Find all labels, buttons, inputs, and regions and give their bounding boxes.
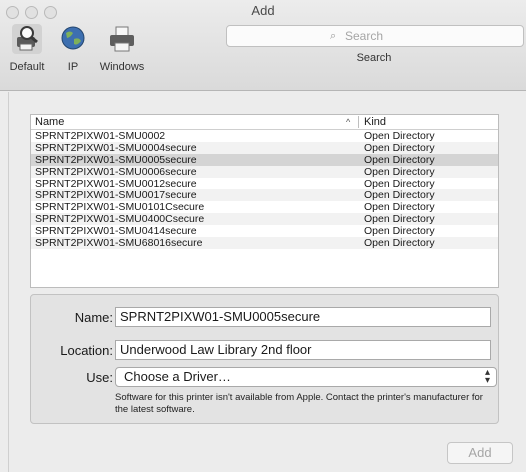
row-name: SPRNT2PIXW01-SMU0005secure bbox=[35, 153, 197, 166]
table-row[interactable]: SPRNT2PIXW01-SMU0101Csecure Open Director… bbox=[31, 201, 498, 213]
use-field-row: Use: Choose a Driver… ▴ ▾ bbox=[31, 367, 498, 387]
table-row[interactable]: SPRNT2PIXW01-SMU68016secure Open Director… bbox=[31, 237, 498, 249]
table-row[interactable]: SPRNT2PIXW01-SMU0002 Open Directory bbox=[31, 130, 498, 142]
column-header-kind[interactable]: Kind bbox=[364, 115, 386, 129]
name-field-row: Name: SPRNT2PIXW01-SMU0005secure bbox=[31, 307, 498, 327]
row-kind: Open Directory bbox=[364, 225, 435, 238]
toolbar-default-label: Default bbox=[9, 61, 45, 73]
printer-list: Name ^ Kind SPRNT2PIXW01-SMU0002 Open Dir… bbox=[30, 114, 499, 288]
row-kind: Open Directory bbox=[364, 141, 435, 154]
row-kind: Open Directory bbox=[364, 213, 435, 226]
table-row[interactable]: SPRNT2PIXW01-SMU0012secure Open Directory bbox=[31, 178, 498, 190]
search-label: Search bbox=[356, 52, 392, 64]
globe-icon bbox=[58, 24, 88, 54]
driver-select-value: Choose a Driver… bbox=[124, 369, 231, 384]
row-name: SPRNT2PIXW01-SMU0400Csecure bbox=[35, 213, 205, 226]
row-kind: Open Directory bbox=[364, 165, 435, 178]
row-name: SPRNT2PIXW01-SMU0101Csecure bbox=[35, 201, 205, 214]
printer-magnifier-icon bbox=[12, 24, 42, 54]
table-row[interactable]: SPRNT2PIXW01-SMU0414secure Open Directory bbox=[31, 225, 498, 237]
table-row-selected[interactable]: SPRNT2PIXW01-SMU0005secure Open Directory bbox=[31, 153, 498, 166]
add-button[interactable]: Add bbox=[447, 442, 513, 464]
toolbar-ip-button[interactable]: IP bbox=[50, 24, 96, 73]
toolbar-ip-label: IP bbox=[67, 61, 79, 73]
name-label: Name: bbox=[74, 310, 113, 325]
row-name: SPRNT2PIXW01-SMU0414secure bbox=[35, 225, 197, 238]
location-field-row: Location: Underwood Law Library 2nd floo… bbox=[31, 340, 498, 360]
row-name: SPRNT2PIXW01-SMU0012secure bbox=[35, 177, 197, 190]
row-name: SPRNT2PIXW01-SMU68016secure bbox=[35, 237, 203, 250]
row-kind: Open Directory bbox=[364, 201, 435, 214]
sort-ascending-icon: ^ bbox=[346, 117, 351, 127]
row-name: SPRNT2PIXW01-SMU0004secure bbox=[35, 141, 197, 154]
row-name: SPRNT2PIXW01-SMU0002 bbox=[35, 130, 166, 142]
row-name: SPRNT2PIXW01-SMU0006secure bbox=[35, 165, 197, 178]
table-row[interactable]: SPRNT2PIXW01-SMU0006secure Open Directory bbox=[31, 165, 498, 178]
table-row[interactable]: SPRNT2PIXW01-SMU0017secure Open Directory bbox=[31, 189, 498, 201]
printer-icon bbox=[107, 24, 137, 54]
table-row[interactable]: SPRNT2PIXW01-SMU0004secure Open Directory bbox=[31, 141, 498, 154]
location-label: Location: bbox=[60, 343, 113, 358]
search-input[interactable]: ⌕ Search bbox=[226, 25, 524, 47]
row-kind: Open Directory bbox=[364, 177, 435, 190]
name-input[interactable]: SPRNT2PIXW01-SMU0005secure bbox=[115, 307, 491, 327]
driver-select[interactable]: Choose a Driver… ▴ ▾ bbox=[115, 367, 497, 387]
list-header: Name ^ Kind bbox=[31, 115, 498, 130]
row-kind: Open Directory bbox=[364, 189, 435, 202]
column-divider[interactable] bbox=[358, 116, 359, 128]
toolbar-default-button[interactable]: Default bbox=[4, 24, 50, 73]
window-title: Add bbox=[251, 3, 275, 18]
toolbar: Add Default IP Windows ⌕ Search Search bbox=[0, 0, 526, 91]
toolbar-windows-button[interactable]: Windows bbox=[96, 24, 148, 73]
search-area: ⌕ Search Search bbox=[222, 25, 526, 64]
search-icon: ⌕ bbox=[330, 30, 337, 42]
driver-note: Software for this printer isn't availabl… bbox=[115, 392, 483, 415]
search-placeholder: Search bbox=[345, 29, 384, 43]
row-name: SPRNT2PIXW01-SMU0017secure bbox=[35, 189, 197, 202]
list-rows: SPRNT2PIXW01-SMU0002 Open Directory SPRNT… bbox=[31, 130, 498, 249]
sidebar-divider bbox=[8, 92, 9, 472]
toolbar-windows-label: Windows bbox=[99, 61, 145, 73]
location-input[interactable]: Underwood Law Library 2nd floor bbox=[115, 340, 491, 360]
row-kind: Open Directory bbox=[364, 237, 435, 250]
add-printer-window: Add Default IP Windows ⌕ Search Search N… bbox=[0, 0, 526, 472]
printer-details-panel: Name: SPRNT2PIXW01-SMU0005secure Locatio… bbox=[30, 294, 499, 424]
column-header-name[interactable]: Name bbox=[35, 115, 64, 129]
use-label: Use: bbox=[86, 370, 113, 385]
row-kind: Open Directory bbox=[364, 153, 435, 166]
table-row[interactable]: SPRNT2PIXW01-SMU0400Csecure Open Director… bbox=[31, 213, 498, 225]
row-kind: Open Directory bbox=[364, 130, 435, 142]
chevron-up-down-icon: ▴ ▾ bbox=[484, 367, 490, 386]
